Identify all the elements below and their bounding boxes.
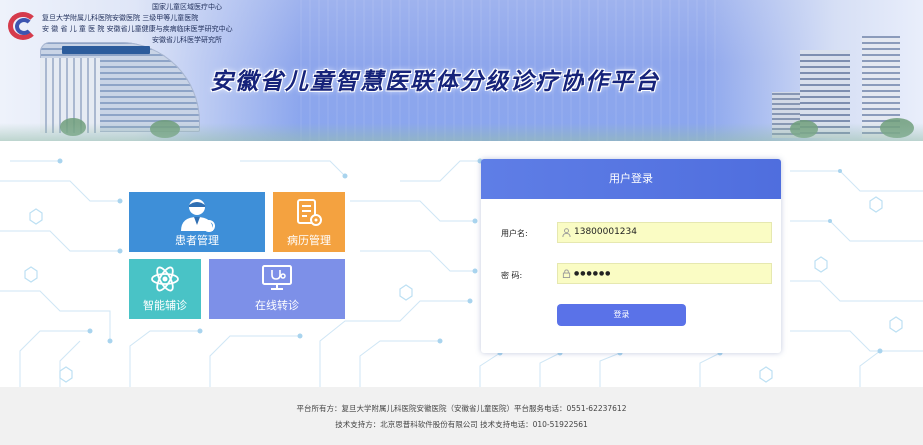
username-input[interactable]: 13800001234 xyxy=(557,222,772,243)
hospital-logo-icon xyxy=(8,12,40,40)
login-button[interactable]: 登录 xyxy=(557,304,686,326)
footer: 平台所有方：复旦大学附属儿科医院安徽医院（安徽省儿童医院）平台服务电话：0551… xyxy=(0,387,923,445)
doctor-icon xyxy=(181,199,215,232)
hospital-line-3: 安 徽 省 儿 童 医 院 安徽省儿童健康与疾病临床医学研究中心 xyxy=(42,25,233,33)
banner-ground xyxy=(0,123,923,141)
atom-icon xyxy=(151,266,179,292)
smart-diagnosis-tile[interactable]: 智能辅诊 xyxy=(129,259,201,319)
tile-label-record: 病历管理 xyxy=(287,234,331,247)
header-banner: 国家儿童区域医疗中心 复旦大学附属儿科医院安徽医院 三级甲等儿童医院 安 徽 省… xyxy=(0,0,923,141)
password-input[interactable]: ●●●●●● xyxy=(557,263,772,284)
password-label: 密 码: xyxy=(501,271,523,280)
footer-support-line: 技术支持方：北京思普科软件股份有限公司 技术支持电话：010-51922561 xyxy=(335,420,588,429)
tile-label-online: 在线转诊 xyxy=(255,299,299,312)
password-value: ●●●●●● xyxy=(574,270,612,277)
platform-title: 安徽省儿童智慧医联体分级诊疗协作平台 xyxy=(210,68,660,95)
patient-management-tile[interactable]: 患者管理 xyxy=(129,192,265,252)
username-value: 13800001234 xyxy=(574,227,637,237)
main-area: 患者管理 病历管理 智能辅诊 在线转诊 用户登录 用户名: 1380000123… xyxy=(0,141,923,387)
hospital-line-4: 安徽省儿科医学研究所 xyxy=(152,36,222,44)
online-referral-tile[interactable]: 在线转诊 xyxy=(209,259,345,319)
login-panel: 用户登录 用户名: 13800001234 密 码: ●●●●●● 登录 xyxy=(481,159,781,353)
lock-icon xyxy=(562,269,571,278)
user-icon xyxy=(562,228,571,237)
hospital-line-1: 国家儿童区域医疗中心 xyxy=(152,3,222,11)
monitor-stethoscope-icon xyxy=(262,265,292,290)
hospital-building-sign xyxy=(62,46,150,54)
tile-label-patient: 患者管理 xyxy=(175,234,219,247)
document-gear-icon xyxy=(297,199,322,226)
tile-label-smart: 智能辅诊 xyxy=(143,299,187,312)
hospital-line-2: 复旦大学附属儿科医院安徽医院 三级甲等儿童医院 xyxy=(42,14,199,22)
footer-owner-line: 平台所有方：复旦大学附属儿科医院安徽医院（安徽省儿童医院）平台服务电话：0551… xyxy=(296,404,627,413)
record-management-tile[interactable]: 病历管理 xyxy=(273,192,345,252)
login-title: 用户登录 xyxy=(481,159,781,199)
username-label: 用户名: xyxy=(501,229,528,238)
